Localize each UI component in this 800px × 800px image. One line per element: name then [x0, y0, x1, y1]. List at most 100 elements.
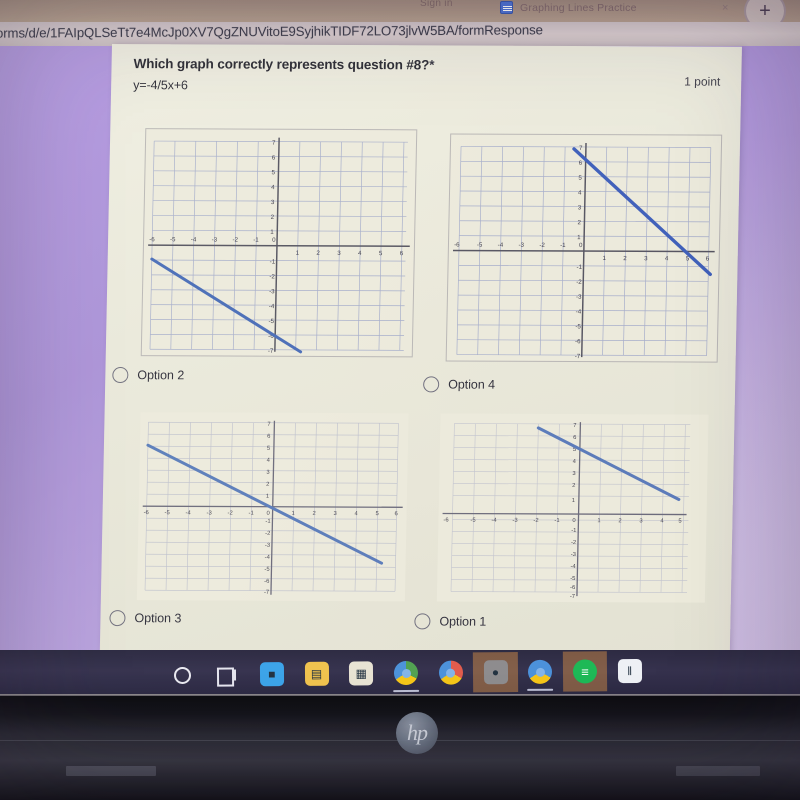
svg-text:7: 7 [579, 145, 583, 152]
cortana-search-icon-glyph [173, 666, 191, 684]
svg-text:6: 6 [267, 434, 270, 440]
chrome-icon-glyph [438, 660, 463, 685]
form-question-card: Which graph correctly represents questio… [99, 44, 742, 655]
equalizer-app-icon[interactable]: ‖ [607, 651, 652, 691]
svg-text:-2: -2 [265, 531, 270, 537]
chrome-active-icon[interactable] [518, 652, 563, 692]
svg-text:-6: -6 [570, 585, 575, 591]
question-title-text: Which graph correctly represents questio… [133, 56, 430, 73]
svg-text:7: 7 [573, 423, 576, 429]
laptop-body [0, 696, 800, 800]
svg-text:-4: -4 [186, 510, 192, 516]
task-view-icon[interactable] [205, 654, 250, 694]
svg-text:3: 3 [337, 250, 341, 257]
svg-text:-1: -1 [577, 264, 583, 271]
svg-text:4: 4 [358, 250, 362, 257]
browser-tab-title[interactable]: Graphing Lines Practice [520, 2, 637, 14]
photos-app-icon-glyph: ● [483, 660, 508, 685]
svg-text:-3: -3 [571, 552, 576, 558]
option-row-option-1[interactable]: Option 1 [414, 613, 487, 630]
svg-text:-1: -1 [265, 519, 270, 525]
svg-text:-2: -2 [576, 279, 582, 286]
running-indicator [527, 688, 554, 691]
svg-text:-2: -2 [232, 237, 238, 244]
svg-text:3: 3 [639, 518, 642, 524]
svg-text:-6: -6 [144, 510, 149, 516]
svg-text:1: 1 [572, 498, 575, 504]
chrome-icon[interactable] [428, 652, 473, 692]
svg-text:5: 5 [578, 175, 582, 182]
radio-option-1[interactable] [414, 613, 431, 630]
svg-text:1: 1 [266, 494, 269, 500]
screenshot-root: Sign in Graphing Lines Practice × + orms… [0, 0, 800, 800]
svg-text:-3: -3 [576, 294, 582, 301]
cortana-search-icon[interactable] [160, 655, 205, 695]
file-explorer-icon-glyph: ▤ [304, 661, 329, 686]
graph-option-3: -6 -5 -4 -3 -2 -1 0 123 456 765 432 1 -1 -2 -3… [136, 412, 409, 602]
svg-text:1: 1 [296, 250, 300, 257]
svg-text:-5: -5 [268, 318, 274, 325]
option-label-option-2: Option 2 [137, 368, 185, 383]
svg-text:-6: -6 [575, 338, 581, 345]
svg-text:2: 2 [271, 214, 275, 221]
svg-text:5: 5 [678, 519, 681, 525]
photos-app-icon[interactable]: ● [472, 652, 519, 693]
svg-text:1: 1 [597, 518, 600, 524]
chrome-icon[interactable] [383, 653, 428, 693]
svg-text:-6: -6 [149, 236, 155, 243]
spotify-icon[interactable]: ≡ [562, 651, 608, 692]
svg-text:-4: -4 [570, 564, 576, 570]
close-icon[interactable]: × [722, 3, 728, 14]
svg-text:1: 1 [577, 234, 581, 241]
svg-text:4: 4 [271, 184, 275, 191]
svg-text:2: 2 [313, 511, 316, 517]
radio-option-2[interactable] [112, 367, 129, 384]
option-cell-option-3: -6 -5 -4 -3 -2 -1 0 123 456 765 432 1 -1 -2 -3… [109, 412, 409, 627]
equation-text: y=-4/5x+6 [133, 78, 189, 93]
option-label-option-3: Option 3 [134, 611, 182, 626]
svg-text:-4: -4 [491, 518, 497, 524]
option-cell-option-2: -6 -5 -4 -3 -2 -1 0 1 2 3 4 5 6 7 6 5 4 3 2 1 -1 -2 -3… [112, 128, 418, 384]
svg-text:-1: -1 [270, 259, 276, 266]
option-row-option-4[interactable]: Option 4 [423, 376, 495, 393]
microsoft-store-icon[interactable]: ▦ [339, 653, 384, 693]
svg-text:-4: -4 [498, 242, 504, 249]
svg-text:-6: -6 [443, 517, 448, 523]
required-marker: * [429, 57, 435, 73]
svg-text:4: 4 [660, 518, 664, 524]
points-badge: 1 point [684, 74, 721, 89]
svg-text:1: 1 [270, 229, 274, 236]
zoom-app-icon-glyph: ■ [259, 662, 284, 687]
svg-text:-4: -4 [576, 308, 582, 315]
option-cell-option-4: -6 -5 -4 -3 -2 -1 0 123 456 765 432 1 -1 -2 -3… [423, 133, 723, 393]
svg-text:3: 3 [644, 255, 648, 262]
svg-text:-5: -5 [470, 518, 475, 524]
svg-text:-2: -2 [228, 511, 233, 517]
graph-svg-option-1: -6 -5 -4 -3 -2 -1 0 123 45 765 432 1 -1-2-3 … [442, 422, 691, 600]
zoom-app-icon[interactable]: ■ [249, 654, 294, 694]
option-row-option-2[interactable]: Option 2 [112, 367, 185, 384]
axis-tick-labels-option-1: -6 -5 -4 -3 -2 -1 0 123 45 765 432 1 -1-2-3 … [443, 423, 681, 600]
svg-text:-3: -3 [512, 518, 517, 524]
new-tab-button[interactable]: + [744, 0, 786, 22]
svg-text:4: 4 [665, 255, 669, 262]
radio-option-3[interactable] [109, 610, 126, 627]
svg-text:0: 0 [572, 518, 575, 524]
svg-text:-4: -4 [191, 236, 197, 243]
graph-svg-option-4: -6 -5 -4 -3 -2 -1 0 123 456 765 432 1 -1-2-3… [453, 143, 715, 360]
svg-text:-7: -7 [268, 348, 274, 355]
svg-text:2: 2 [577, 219, 581, 226]
browser-tab-strip: Sign in Graphing Lines Practice × + [0, 0, 800, 22]
hp-logo: hp [396, 712, 438, 754]
svg-text:-4: -4 [269, 303, 275, 310]
option-label-option-1: Option 1 [439, 614, 487, 629]
equalizer-app-icon-glyph: ‖ [617, 658, 642, 684]
svg-text:0: 0 [272, 237, 276, 244]
laptop-sticker-left [66, 766, 156, 776]
radio-option-4[interactable] [423, 376, 440, 393]
file-explorer-icon[interactable]: ▤ [294, 654, 339, 694]
svg-text:2: 2 [572, 483, 575, 489]
option-row-option-3[interactable]: Option 3 [109, 610, 182, 627]
svg-text:1: 1 [602, 255, 606, 262]
spotify-icon-glyph: ≡ [572, 659, 598, 684]
